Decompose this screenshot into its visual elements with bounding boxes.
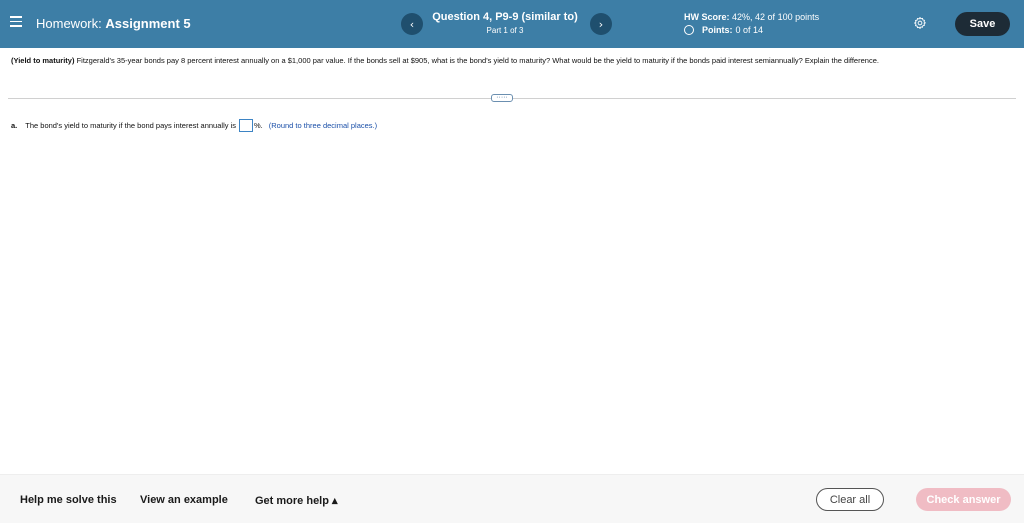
points-value: 0 of 14 — [735, 25, 764, 35]
rounding-hint: (Round to three decimal places.) — [268, 121, 378, 130]
hamburger-menu-icon[interactable] — [10, 16, 22, 28]
footer-bar: Help me solve this View an example Get m… — [0, 474, 1024, 523]
top-bar: Homework: Assignment 5 ‹ Question 4, P9-… — [0, 0, 1024, 48]
points: Points: 0 of 14 — [684, 25, 763, 35]
get-more-help-button[interactable]: Get more help ▴ — [255, 494, 338, 507]
part-a-label: a. — [11, 121, 18, 130]
homework-prefix: Homework: — [36, 16, 102, 31]
progress-ring-icon — [684, 25, 694, 35]
answer-input[interactable] — [238, 119, 253, 132]
question-body: Fitzgerald's 35-year bonds pay 8 percent… — [76, 56, 879, 65]
check-answer-button[interactable]: Check answer — [916, 488, 1011, 511]
save-button[interactable]: Save — [955, 12, 1010, 36]
view-example-button[interactable]: View an example — [140, 494, 228, 506]
hw-score-value: 42%, 42 of 100 points — [732, 12, 820, 22]
expand-question-button[interactable]: ····· — [491, 94, 513, 102]
question-topic: (Yield to maturity) — [11, 56, 75, 65]
homework-title: Homework: Assignment 5 — [36, 16, 191, 31]
question-part: Part 1 of 3 — [486, 26, 524, 35]
points-label: Points: — [702, 25, 733, 35]
question-title: Question 4, P9-9 (similar to) — [432, 11, 578, 23]
question-text: (Yield to maturity) Fitzgerald's 35-year… — [11, 56, 1011, 67]
homework-name: Assignment 5 — [105, 16, 191, 31]
hw-score-label: HW Score: — [684, 12, 730, 22]
next-question-button[interactable]: › — [590, 13, 612, 35]
gear-icon[interactable] — [913, 16, 927, 30]
answer-unit: %. — [253, 121, 263, 130]
part-a: a. The bond's yield to maturity if the b… — [11, 119, 377, 132]
hw-score: HW Score: 42%, 42 of 100 points — [684, 12, 819, 22]
help-me-solve-button[interactable]: Help me solve this — [20, 494, 117, 506]
part-a-text: The bond's yield to maturity if the bond… — [25, 121, 236, 130]
clear-all-button[interactable]: Clear all — [816, 488, 884, 511]
